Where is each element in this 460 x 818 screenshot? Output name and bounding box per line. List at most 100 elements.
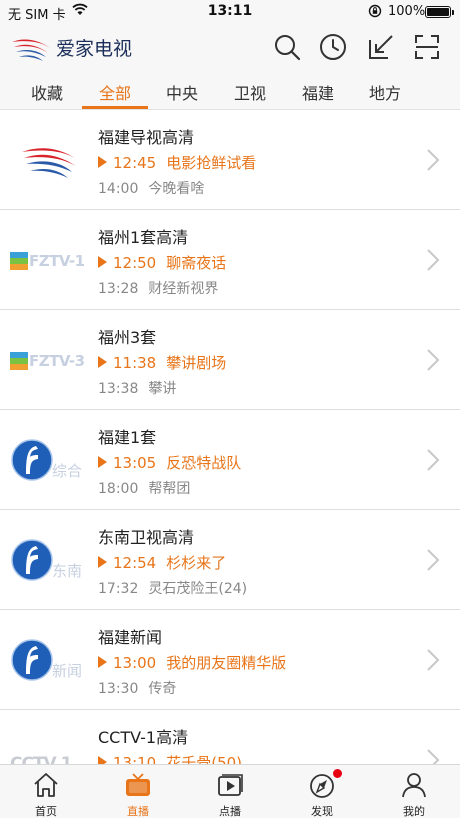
channel-row[interactable]: FZTV-3 福州3套 11:38 攀讲剧场 13:38 攀讲 [0,310,460,410]
now-time: 13:05 [113,454,157,472]
play-icon [98,756,107,764]
next-program: 17:32 灵石茂险王(24) [98,578,247,598]
now-playing: 13:10 花千骨(50) [98,752,242,764]
play-icon [98,356,107,368]
next-title: 帮帮团 [148,481,191,497]
chevron-right-icon [427,349,440,371]
battery-icon [425,6,454,18]
play-icon [98,556,107,568]
cast-button[interactable] [366,32,396,62]
tab-satellite[interactable]: 卫视 [217,80,283,104]
chevron-right-icon [427,649,440,671]
nav-label: 点播 [219,805,241,818]
channel-row[interactable]: CCTV 1 CCTV-1高清 13:10 花千骨(50) [0,710,460,764]
now-title: 电影抢鲜试看 [166,154,257,172]
tab-fujian[interactable]: 福建 [285,80,351,104]
logo-text: FZTV-1 [29,252,85,270]
tab-all[interactable]: 全部 [82,80,148,104]
tab-local[interactable]: 地方 [352,80,418,104]
nav-vod[interactable]: 点播 [184,765,276,818]
now-time: 12:50 [113,254,157,272]
channel-row[interactable]: 福建导视高清 12:45 电影抢鲜试看 14:00 今晚看啥 [0,110,460,210]
now-title: 花千骨(50) [166,754,243,764]
play-icon [98,256,107,268]
logo-text: 综合 [52,462,83,480]
next-title: 今晚看啥 [148,181,205,197]
nav-live[interactable]: 直播 [92,765,184,818]
search-icon [275,35,301,61]
next-time: 17:32 [98,581,139,597]
live-tv-icon [126,773,150,796]
compass-icon [310,774,334,798]
channel-name: 福建导视高清 [98,128,195,147]
now-title: 反恐特战队 [166,454,242,472]
channel-name: CCTV-1高清 [98,728,189,747]
now-time: 12:45 [113,154,157,172]
now-time: 13:00 [113,654,157,672]
scan-button[interactable] [412,32,442,62]
channel-row[interactable]: FZTV-1 福州1套高清 12:50 聊斋夜话 13:28 财经新视界 [0,210,460,310]
chevron-right-icon [427,449,440,471]
tab-central[interactable]: 中央 [149,80,215,104]
now-playing: 12:50 聊斋夜话 [98,252,226,273]
nav-label: 直播 [127,805,149,818]
nav-label: 首页 [35,805,57,818]
fztv-1-logo: FZTV-1 [8,230,88,290]
chevron-right-icon [427,549,440,571]
now-playing: 11:38 攀讲剧场 [98,352,226,373]
nav-label: 发现 [311,805,333,818]
channel-row[interactable]: 综合 福建1套 13:05 反恐特战队 18:00 帮帮团 [0,410,460,510]
channel-row[interactable]: 东南 东南卫视高清 12:54 杉杉来了 17:32 灵石茂险王(24) [0,510,460,610]
fjtv-zonghe-logo: 综合 [8,430,88,490]
tab-favorites[interactable]: 收藏 [14,80,80,104]
fjtv-emblem-icon [11,639,53,681]
nav-label: 我的 [403,805,425,818]
nav-discover[interactable]: 发现 [276,765,368,818]
home-icon [34,773,58,797]
chevron-right-icon [427,149,440,171]
next-title: 财经新视界 [148,281,219,297]
now-playing: 13:05 反恐特战队 [98,452,241,473]
next-program: 13:30 传奇 [98,678,176,698]
history-button[interactable] [318,32,348,62]
fjtv-dongnan-logo: 东南 [8,530,88,590]
next-time: 13:30 [98,681,139,697]
now-title: 杉杉来了 [166,554,227,572]
user-icon [402,773,426,798]
play-icon [98,456,107,468]
vod-play-icon [218,774,243,796]
next-program: 18:00 帮帮团 [98,478,190,498]
fjtv-emblem-icon [11,539,53,581]
aijia-logo [12,39,50,61]
channel-name: 福州1套高清 [98,228,189,247]
logo-text: FZTV-3 [29,352,85,370]
fztv-emblem-icon [10,352,28,370]
next-time: 18:00 [98,481,139,497]
nav-home[interactable]: 首页 [0,765,92,818]
cast-download-icon [369,35,393,59]
nav-profile[interactable]: 我的 [368,765,460,818]
bottom-nav: 首页 直播 点播 发现 我的 [0,764,460,818]
next-time: 14:00 [98,181,139,197]
now-time: 12:54 [113,554,157,572]
now-playing: 12:54 杉杉来了 [98,552,226,573]
next-program: 13:28 财经新视界 [98,278,218,298]
now-title: 攀讲剧场 [166,354,227,372]
channel-row[interactable]: 新闻 福建新闻 13:00 我的朋友圈精华版 13:30 传奇 [0,610,460,710]
next-title: 传奇 [148,681,177,697]
fjtv-emblem-icon [11,439,53,481]
next-program: 13:38 攀讲 [98,378,176,398]
search-button[interactable] [272,32,302,62]
history-clock-icon [320,34,346,60]
now-title: 我的朋友圈精华版 [166,654,287,672]
active-tab-indicator [82,106,148,109]
category-tabs: 收藏 全部 中央 卫视 福建 地方 [0,70,460,110]
app-title: 爱家电视 [56,38,133,60]
logo-text: CCTV 1 [10,754,72,764]
channel-list[interactable]: 福建导视高清 12:45 电影抢鲜试看 14:00 今晚看啥 FZTV-1 福州1套… [0,110,460,764]
chevron-right-icon [427,749,440,764]
channel-name: 福建新闻 [98,628,163,647]
play-icon [98,656,107,668]
next-title: 攀讲 [148,381,177,397]
channel-name: 福州3套 [98,328,157,347]
